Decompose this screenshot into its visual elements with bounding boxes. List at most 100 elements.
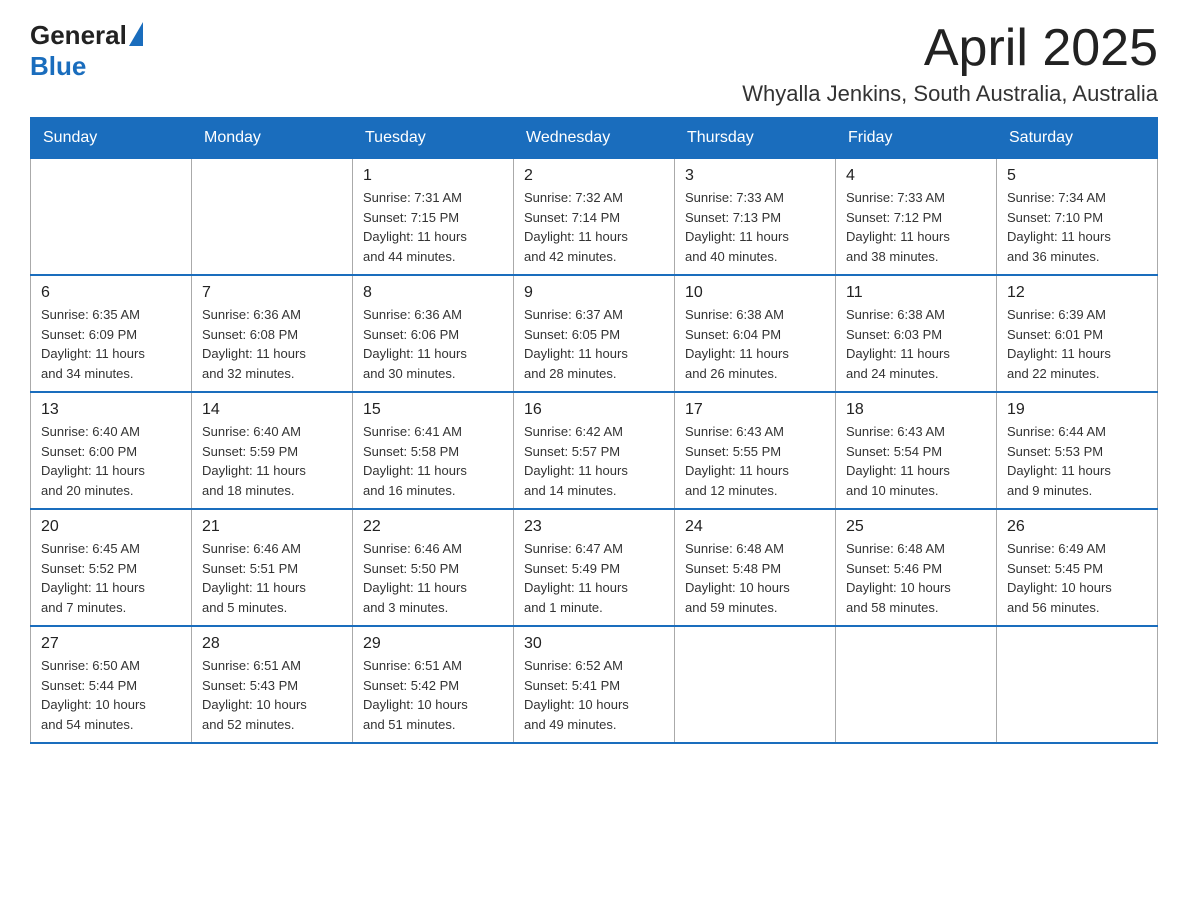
day-number: 29 (363, 635, 503, 653)
calendar-cell: 11 Sunrise: 6:38 AM Sunset: 6:03 PM Dayli… (836, 275, 997, 392)
day-number: 10 (685, 284, 825, 302)
calendar-day-header: Monday (192, 118, 353, 158)
calendar-cell: 17 Sunrise: 6:43 AM Sunset: 5:55 PM Dayli… (675, 392, 836, 509)
calendar-week-row: 27Sunrise: 6:50 AM Sunset: 5:44 PM Dayli… (31, 626, 1158, 743)
day-info: Sunrise: 6:38 AM Sunset: 6:03 PM Dayligh… (846, 305, 986, 383)
day-number: 28 (202, 635, 342, 653)
calendar-cell: 18 Sunrise: 6:43 AM Sunset: 5:54 PM Dayli… (836, 392, 997, 509)
day-info: Sunrise: 7:33 AM Sunset: 7:12 PM Dayligh… (846, 188, 986, 266)
logo: General Blue (30, 20, 143, 82)
day-number: 11 (846, 284, 986, 302)
logo-triangle-icon (129, 22, 143, 46)
calendar-cell: 25 Sunrise: 6:48 AM Sunset: 5:46 PM Dayli… (836, 509, 997, 626)
calendar-cell: 21 Sunrise: 6:46 AM Sunset: 5:51 PM Dayli… (192, 509, 353, 626)
day-number: 2 (524, 167, 664, 185)
day-number: 8 (363, 284, 503, 302)
calendar-cell: 30 Sunrise: 6:52 AM Sunset: 5:41 PM Dayli… (514, 626, 675, 743)
day-number: 12 (1007, 284, 1147, 302)
day-info: Sunrise: 6:40 AM Sunset: 6:00 PM Dayligh… (41, 422, 181, 500)
day-number: 15 (363, 401, 503, 419)
calendar-cell (836, 626, 997, 743)
calendar-cell (997, 626, 1158, 743)
day-info: Sunrise: 6:48 AM Sunset: 5:48 PM Dayligh… (685, 539, 825, 617)
day-number: 26 (1007, 518, 1147, 536)
calendar-day-header: Thursday (675, 118, 836, 158)
day-info: Sunrise: 6:40 AM Sunset: 5:59 PM Dayligh… (202, 422, 342, 500)
day-number: 20 (41, 518, 181, 536)
calendar-cell: 16 Sunrise: 6:42 AM Sunset: 5:57 PM Dayli… (514, 392, 675, 509)
day-info: Sunrise: 6:45 AM Sunset: 5:52 PM Dayligh… (41, 539, 181, 617)
calendar-cell: 14 Sunrise: 6:40 AM Sunset: 5:59 PM Dayli… (192, 392, 353, 509)
calendar-cell (675, 626, 836, 743)
day-info: Sunrise: 6:38 AM Sunset: 6:04 PM Dayligh… (685, 305, 825, 383)
day-info: Sunrise: 6:46 AM Sunset: 5:51 PM Dayligh… (202, 539, 342, 617)
day-number: 16 (524, 401, 664, 419)
day-number: 17 (685, 401, 825, 419)
calendar-cell: 5Sunrise: 7:34 AM Sunset: 7:10 PM Daylig… (997, 158, 1158, 275)
calendar-cell: 27Sunrise: 6:50 AM Sunset: 5:44 PM Dayli… (31, 626, 192, 743)
logo-blue-text: Blue (30, 51, 86, 82)
calendar-cell: 9 Sunrise: 6:37 AM Sunset: 6:05 PM Daylig… (514, 275, 675, 392)
calendar-cell: 29 Sunrise: 6:51 AM Sunset: 5:42 PM Dayli… (353, 626, 514, 743)
calendar-cell: 28 Sunrise: 6:51 AM Sunset: 5:43 PM Dayli… (192, 626, 353, 743)
calendar-cell: 24 Sunrise: 6:48 AM Sunset: 5:48 PM Dayli… (675, 509, 836, 626)
calendar-day-header: Friday (836, 118, 997, 158)
calendar-table: SundayMondayTuesdayWednesdayThursdayFrid… (30, 117, 1158, 744)
day-number: 7 (202, 284, 342, 302)
day-number: 25 (846, 518, 986, 536)
day-info: Sunrise: 6:50 AM Sunset: 5:44 PM Dayligh… (41, 656, 181, 734)
calendar-cell: 22 Sunrise: 6:46 AM Sunset: 5:50 PM Dayli… (353, 509, 514, 626)
day-number: 9 (524, 284, 664, 302)
calendar-day-header: Wednesday (514, 118, 675, 158)
day-info: Sunrise: 6:43 AM Sunset: 5:55 PM Dayligh… (685, 422, 825, 500)
day-info: Sunrise: 6:42 AM Sunset: 5:57 PM Dayligh… (524, 422, 664, 500)
calendar-week-row: 20 Sunrise: 6:45 AM Sunset: 5:52 PM Dayli… (31, 509, 1158, 626)
calendar-cell: 6Sunrise: 6:35 AM Sunset: 6:09 PM Daylig… (31, 275, 192, 392)
calendar-cell: 8 Sunrise: 6:36 AM Sunset: 6:06 PM Daylig… (353, 275, 514, 392)
day-info: Sunrise: 6:48 AM Sunset: 5:46 PM Dayligh… (846, 539, 986, 617)
calendar-cell: 20 Sunrise: 6:45 AM Sunset: 5:52 PM Dayli… (31, 509, 192, 626)
calendar-week-row: 1Sunrise: 7:31 AM Sunset: 7:15 PM Daylig… (31, 158, 1158, 275)
day-number: 3 (685, 167, 825, 185)
calendar-cell: 13Sunrise: 6:40 AM Sunset: 6:00 PM Dayli… (31, 392, 192, 509)
day-info: Sunrise: 6:41 AM Sunset: 5:58 PM Dayligh… (363, 422, 503, 500)
day-info: Sunrise: 6:43 AM Sunset: 5:54 PM Dayligh… (846, 422, 986, 500)
calendar-cell: 4Sunrise: 7:33 AM Sunset: 7:12 PM Daylig… (836, 158, 997, 275)
day-number: 24 (685, 518, 825, 536)
day-info: Sunrise: 6:36 AM Sunset: 6:08 PM Dayligh… (202, 305, 342, 383)
calendar-cell: 23Sunrise: 6:47 AM Sunset: 5:49 PM Dayli… (514, 509, 675, 626)
calendar-week-row: 6Sunrise: 6:35 AM Sunset: 6:09 PM Daylig… (31, 275, 1158, 392)
day-info: Sunrise: 6:37 AM Sunset: 6:05 PM Dayligh… (524, 305, 664, 383)
page-header: General Blue April 2025 Whyalla Jenkins,… (30, 20, 1158, 107)
day-info: Sunrise: 6:46 AM Sunset: 5:50 PM Dayligh… (363, 539, 503, 617)
logo-general-text: General (30, 20, 127, 51)
day-info: Sunrise: 7:32 AM Sunset: 7:14 PM Dayligh… (524, 188, 664, 266)
calendar-day-header: Tuesday (353, 118, 514, 158)
day-number: 21 (202, 518, 342, 536)
calendar-cell: 26 Sunrise: 6:49 AM Sunset: 5:45 PM Dayli… (997, 509, 1158, 626)
calendar-cell: 19Sunrise: 6:44 AM Sunset: 5:53 PM Dayli… (997, 392, 1158, 509)
title-block: April 2025 Whyalla Jenkins, South Austra… (742, 20, 1158, 107)
day-number: 30 (524, 635, 664, 653)
day-info: Sunrise: 6:51 AM Sunset: 5:42 PM Dayligh… (363, 656, 503, 734)
day-info: Sunrise: 6:36 AM Sunset: 6:06 PM Dayligh… (363, 305, 503, 383)
calendar-cell: 2 Sunrise: 7:32 AM Sunset: 7:14 PM Daylig… (514, 158, 675, 275)
calendar-cell: 15 Sunrise: 6:41 AM Sunset: 5:58 PM Dayli… (353, 392, 514, 509)
day-number: 1 (363, 167, 503, 185)
day-number: 5 (1007, 167, 1147, 185)
calendar-day-header: Sunday (31, 118, 192, 158)
day-number: 14 (202, 401, 342, 419)
day-number: 22 (363, 518, 503, 536)
calendar-cell: 7 Sunrise: 6:36 AM Sunset: 6:08 PM Daylig… (192, 275, 353, 392)
calendar-cell: 1Sunrise: 7:31 AM Sunset: 7:15 PM Daylig… (353, 158, 514, 275)
calendar-header-row: SundayMondayTuesdayWednesdayThursdayFrid… (31, 118, 1158, 158)
day-number: 23 (524, 518, 664, 536)
calendar-cell: 10 Sunrise: 6:38 AM Sunset: 6:04 PM Dayli… (675, 275, 836, 392)
day-info: Sunrise: 6:52 AM Sunset: 5:41 PM Dayligh… (524, 656, 664, 734)
page-title: April 2025 (742, 20, 1158, 77)
day-info: Sunrise: 6:35 AM Sunset: 6:09 PM Dayligh… (41, 305, 181, 383)
calendar-day-header: Saturday (997, 118, 1158, 158)
day-info: Sunrise: 6:49 AM Sunset: 5:45 PM Dayligh… (1007, 539, 1147, 617)
day-number: 18 (846, 401, 986, 419)
day-info: Sunrise: 6:51 AM Sunset: 5:43 PM Dayligh… (202, 656, 342, 734)
